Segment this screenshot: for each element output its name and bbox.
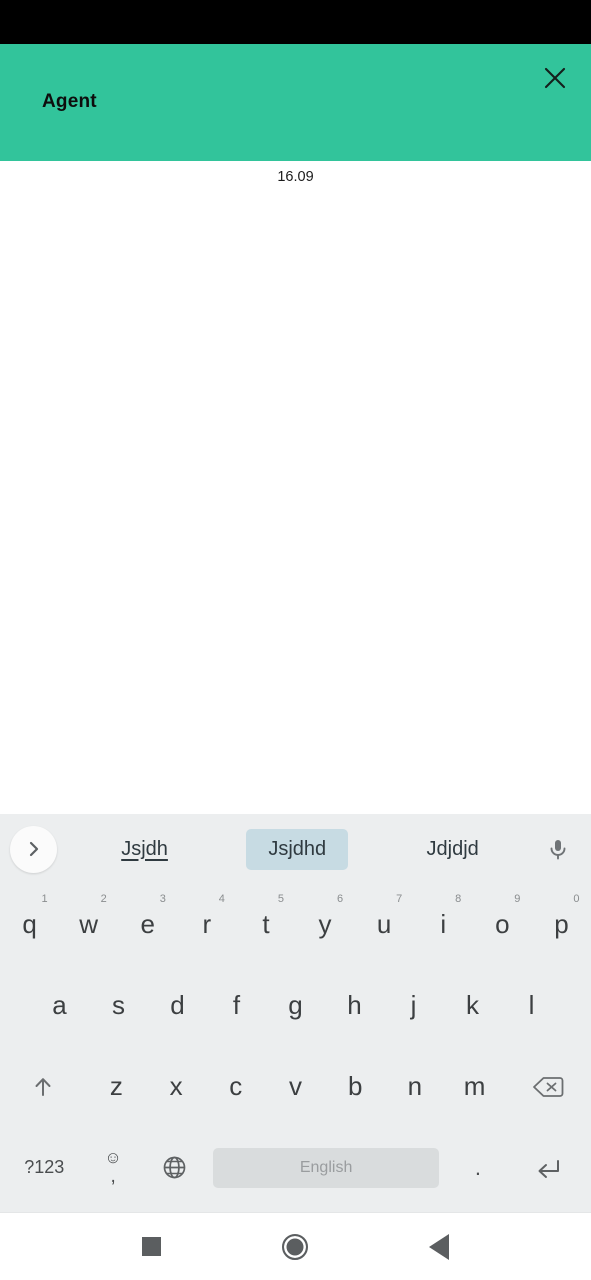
key-hint: 3	[159, 893, 166, 905]
key-label: e	[140, 909, 155, 939]
key-label: i	[440, 909, 447, 939]
page-title: Agent	[42, 91, 97, 112]
key-hint: 7	[396, 893, 403, 905]
key-label: y	[318, 909, 332, 939]
suggestion-item-2[interactable]: Jdjdjd	[405, 829, 501, 870]
key-t[interactable]: 5t	[236, 884, 295, 965]
app-header: Agent	[0, 44, 591, 161]
period-key[interactable]: .	[447, 1127, 508, 1208]
conversation-area: 16.09	[0, 161, 591, 814]
chevron-right-icon[interactable]	[10, 825, 57, 873]
key-l[interactable]: l	[502, 965, 561, 1046]
key-n[interactable]: n	[385, 1046, 445, 1127]
enter-return-icon[interactable]	[509, 1127, 586, 1208]
recents-square-icon[interactable]	[125, 1220, 179, 1274]
shift-arrow-up-icon[interactable]	[0, 1046, 87, 1127]
key-r[interactable]: 4r	[177, 884, 236, 965]
backspace-icon[interactable]	[504, 1046, 591, 1127]
key-label: t	[262, 909, 270, 939]
key-a[interactable]: a	[30, 965, 89, 1046]
key-label: o	[495, 909, 510, 939]
key-g[interactable]: g	[266, 965, 325, 1046]
key-hint: 0	[573, 893, 580, 905]
key-q[interactable]: 1q	[0, 884, 59, 965]
key-row-2: a s d f g h j k l	[0, 965, 591, 1046]
suggestion-item-1[interactable]: Jsjdhd	[246, 828, 349, 870]
key-j[interactable]: j	[384, 965, 443, 1046]
microphone-icon[interactable]	[535, 826, 581, 872]
key-i[interactable]: 8i	[414, 884, 473, 965]
key-w[interactable]: 2w	[59, 884, 118, 965]
key-o[interactable]: 9o	[473, 884, 532, 965]
suggestion-list: Jsjdh Jsjdhd Jdjdjd	[57, 814, 535, 884]
key-label: w	[79, 909, 99, 939]
globe-language-icon[interactable]	[144, 1127, 205, 1208]
key-row-1: 1q 2w 3e 4r 5t 6y 7u 8i 9o 0p	[0, 884, 591, 965]
key-h[interactable]: h	[325, 965, 384, 1046]
key-label: q	[22, 909, 37, 939]
key-d[interactable]: d	[148, 965, 207, 1046]
key-row-4: ?123 ☺ , English .	[0, 1127, 591, 1208]
key-label: p	[554, 909, 569, 939]
key-u[interactable]: 7u	[355, 884, 414, 965]
key-e[interactable]: 3e	[118, 884, 177, 965]
key-hint: 9	[514, 893, 521, 905]
smiley-icon: ☺	[104, 1148, 122, 1167]
suggestion-strip: Jsjdh Jsjdhd Jdjdjd	[0, 814, 591, 884]
home-circle-icon[interactable]	[268, 1220, 322, 1274]
emoji-comma-key[interactable]: ☺ ,	[82, 1127, 143, 1208]
key-k[interactable]: k	[443, 965, 502, 1046]
key-v[interactable]: v	[266, 1046, 326, 1127]
key-hint: 2	[100, 893, 107, 905]
on-screen-keyboard: Jsjdh Jsjdhd Jdjdjd 1q 2w 3e 4r 5t 6y 7 …	[0, 814, 591, 1212]
close-icon[interactable]	[533, 56, 577, 100]
suggestion-item-0[interactable]: Jsjdh	[99, 829, 190, 870]
key-hint: 1	[41, 893, 48, 905]
key-c[interactable]: c	[206, 1046, 266, 1127]
key-x[interactable]: x	[146, 1046, 206, 1127]
status-bar	[0, 0, 591, 44]
key-hint: 8	[455, 893, 462, 905]
key-y[interactable]: 6y	[296, 884, 355, 965]
timestamp-divider: 16.09	[277, 169, 314, 185]
phone-screen: Agent 16.09 Jsjdh Jsjdhd Jdjdjd 1 q 2 w …	[0, 0, 591, 1280]
key-hint: 6	[336, 893, 344, 905]
key-m[interactable]: m	[445, 1046, 505, 1127]
key-f[interactable]: f	[207, 965, 266, 1046]
comma-label: ,	[110, 1166, 116, 1187]
key-label: r	[202, 909, 212, 939]
key-rows: 1q 2w 3e 4r 5t 6y 7u 8i 9o 0p a s d f g …	[0, 884, 591, 1212]
back-triangle-icon[interactable]	[412, 1220, 466, 1274]
key-hint: 5	[277, 893, 285, 905]
key-p[interactable]: 0p	[532, 884, 591, 965]
key-label: u	[376, 909, 392, 939]
key-z[interactable]: z	[87, 1046, 147, 1127]
key-s[interactable]: s	[89, 965, 148, 1046]
key-row-3: z x c v b n m	[0, 1046, 591, 1127]
symbols-key[interactable]: ?123	[6, 1127, 83, 1208]
android-nav-bar	[0, 1212, 591, 1280]
key-b[interactable]: b	[325, 1046, 385, 1127]
key-hint: 4	[218, 893, 225, 905]
spacebar[interactable]: English	[212, 1147, 440, 1188]
